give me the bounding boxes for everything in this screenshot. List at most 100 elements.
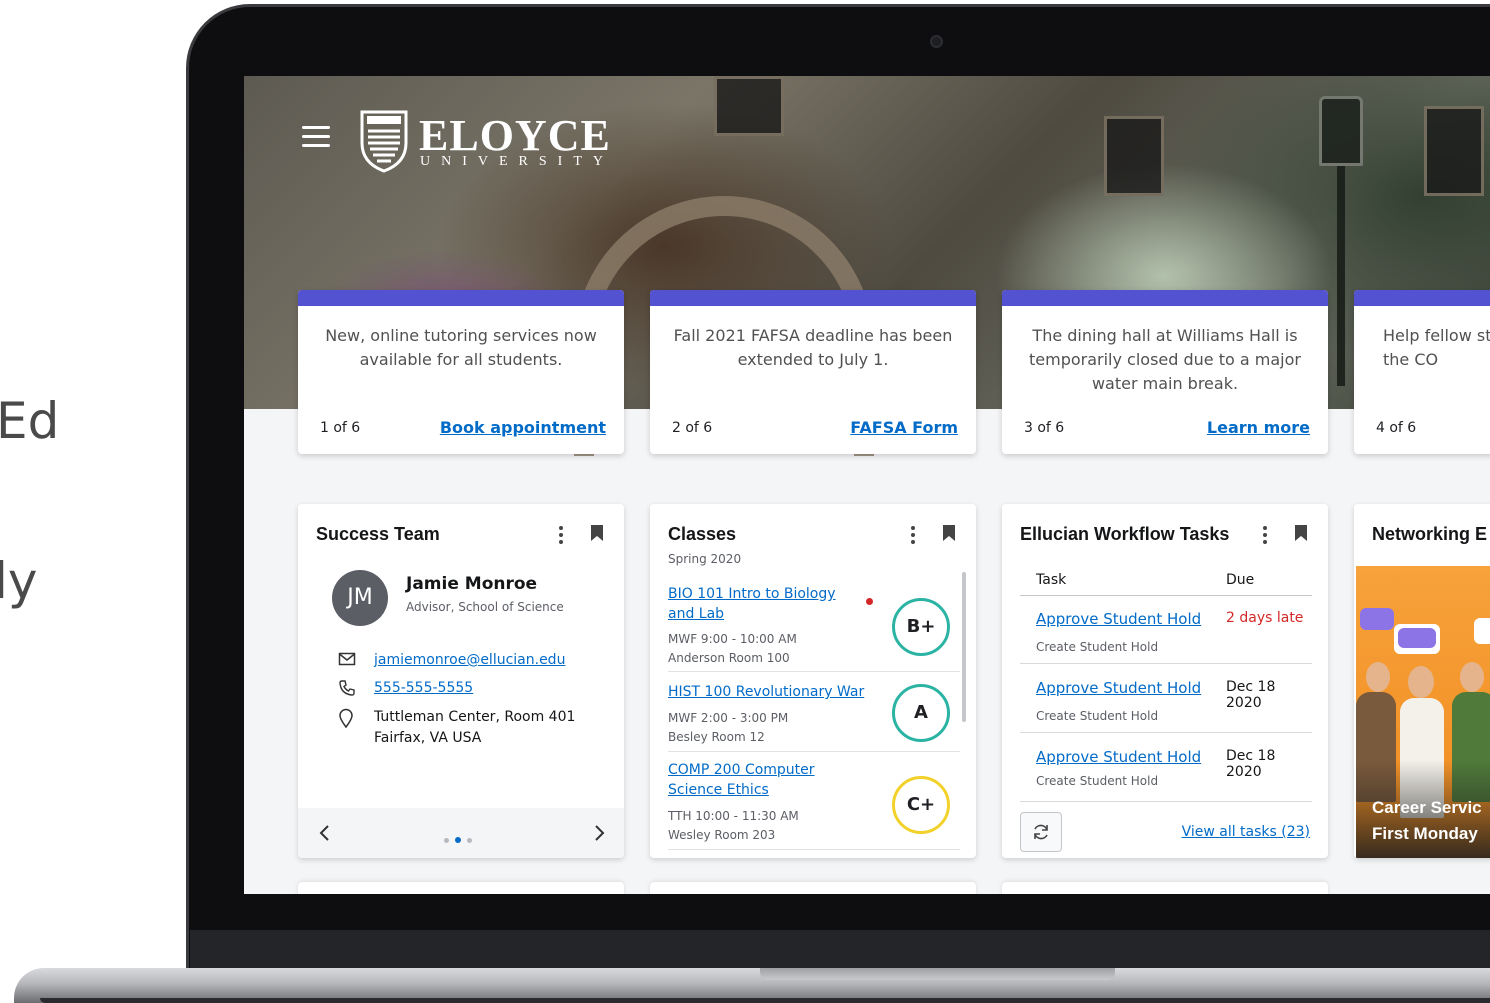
lamp xyxy=(1319,96,1363,166)
networking-caption-1: Career Servic xyxy=(1372,798,1482,817)
task-subtitle: Create Student Hold xyxy=(1036,774,1159,788)
task-link[interactable]: Approve Student Hold xyxy=(1036,748,1201,766)
phone-icon xyxy=(339,680,355,696)
networking-card: Networking E Career Servic First Monday xyxy=(1354,504,1490,858)
laptop-shadow xyxy=(40,998,1490,1003)
announcement-card: The dining hall at Williams Hall is temp… xyxy=(1002,290,1328,454)
mail-icon xyxy=(338,652,356,666)
announcement-card: New, online tutoring services now availa… xyxy=(298,290,624,454)
class-schedule: MWF 2:00 - 3:00 PM xyxy=(668,711,789,725)
person-head xyxy=(1460,662,1484,692)
class-link[interactable]: BIO 101 Intro to Biology and Lab xyxy=(668,584,853,624)
announcement-text: New, online tutoring services now availa… xyxy=(325,326,597,369)
grade-badge: C+ xyxy=(892,776,950,834)
advisor-role: Advisor, School of Science xyxy=(406,600,564,614)
carousel-dots xyxy=(444,830,480,843)
card-title: Networking E xyxy=(1372,524,1488,544)
lamp-pole xyxy=(1337,166,1345,386)
workflow-card: Ellucian Workflow Tasks Task Due Approve… xyxy=(1002,504,1328,858)
announcement-count: 2 of 6 xyxy=(672,420,713,436)
alert-dot xyxy=(866,598,873,605)
kebab-icon[interactable] xyxy=(1262,526,1268,544)
class-item: HIST 100 Revolutionary War MWF 2:00 - 3:… xyxy=(668,682,960,752)
background-text-1: Ed xyxy=(0,392,60,450)
book-appointment-link[interactable]: Book appointment xyxy=(440,418,606,437)
chevron-right-icon[interactable] xyxy=(592,824,606,842)
person-head xyxy=(1366,662,1390,692)
class-room: Besley Room 12 xyxy=(668,730,765,744)
classes-term: Spring 2020 xyxy=(668,552,742,566)
column-header-task: Task xyxy=(1036,572,1067,588)
card-partial xyxy=(298,882,624,894)
address-line-1: Tuttleman Center, Room 401 xyxy=(374,709,576,725)
announcement-text: Fall 2021 FAFSA deadline has been extend… xyxy=(673,326,953,369)
person-head xyxy=(1408,666,1434,698)
class-room: Anderson Room 100 xyxy=(668,651,790,665)
grade-badge: A xyxy=(892,684,950,742)
announcement-count: 4 of 6 xyxy=(1376,420,1417,436)
announcement-count: 3 of 6 xyxy=(1024,420,1065,436)
announcement-count: 1 of 6 xyxy=(320,420,361,436)
crest-icon xyxy=(360,110,408,173)
class-item: BIO 101 Intro to Biology and Lab MWF 9:0… xyxy=(668,584,960,672)
location-icon xyxy=(339,708,353,728)
class-item: COMP 200 Computer Science Ethics TTH 10:… xyxy=(668,760,960,850)
grade-badge: B+ xyxy=(892,598,950,656)
logo-subtitle: UNIVERSITY xyxy=(420,154,614,169)
fafsa-form-link[interactable]: FAFSA Form xyxy=(850,418,958,437)
class-schedule: TTH 10:00 - 11:30 AM xyxy=(668,809,799,823)
avatar: JM xyxy=(332,570,388,626)
scrollbar[interactable] xyxy=(962,572,966,722)
advisor-email-link[interactable]: jamiemonroe@ellucian.edu xyxy=(374,650,565,671)
view-all-tasks-link[interactable]: View all tasks (23) xyxy=(1182,824,1310,840)
card-title: Success Team xyxy=(316,524,440,544)
card-title: Ellucian Workflow Tasks xyxy=(1020,524,1230,544)
refresh-button[interactable] xyxy=(1020,812,1062,852)
kebab-icon[interactable] xyxy=(910,526,916,544)
task-subtitle: Create Student Hold xyxy=(1036,640,1159,654)
hero-window xyxy=(714,76,784,136)
chevron-left-icon[interactable] xyxy=(318,824,332,842)
workflow-table-header: Task Due xyxy=(1020,572,1312,596)
column-header-due: Due xyxy=(1226,572,1255,588)
bookmark-icon[interactable] xyxy=(1294,524,1308,542)
networking-caption-2: First Monday xyxy=(1372,824,1478,843)
announcement-card: Help fellow st the CO 4 of 6 xyxy=(1354,290,1490,454)
kebab-icon[interactable] xyxy=(558,526,564,544)
carousel-dot[interactable] xyxy=(444,838,449,843)
class-link[interactable]: HIST 100 Revolutionary War xyxy=(668,682,868,702)
class-link[interactable]: COMP 200 Computer Science Ethics xyxy=(668,760,828,800)
carousel-bar xyxy=(298,808,624,858)
learn-more-link[interactable]: Learn more xyxy=(1207,418,1310,437)
task-link[interactable]: Approve Student Hold xyxy=(1036,610,1201,628)
hero-window xyxy=(1424,106,1484,196)
menu-icon[interactable] xyxy=(302,126,330,150)
classes-card: Classes Spring 2020 BIO 101 Intro to Bio… xyxy=(650,504,976,858)
advisor-phone-link[interactable]: 555-555-5555 xyxy=(374,678,473,699)
announcement-text: The dining hall at Williams Hall is temp… xyxy=(1029,326,1301,393)
workflow-task-row: Approve Student Hold Create Student Hold… xyxy=(1020,748,1312,802)
hero-window xyxy=(1104,116,1164,196)
workflow-task-row: Approve Student Hold Create Student Hold… xyxy=(1020,679,1312,733)
bookmark-icon[interactable] xyxy=(942,524,956,542)
announcement-card: Fall 2021 FAFSA deadline has been extend… xyxy=(650,290,976,454)
task-link[interactable]: Approve Student Hold xyxy=(1036,679,1201,697)
success-team-card: Success Team JM Jamie Monroe Advisor, Sc… xyxy=(298,504,624,858)
app-screen: ELOYCE UNIVERSITY New, online tutoring s… xyxy=(244,76,1490,894)
carousel-dot[interactable] xyxy=(467,838,472,843)
refresh-icon xyxy=(1034,824,1048,840)
card-partial xyxy=(1002,882,1328,894)
background-text-2: ly xyxy=(0,552,38,610)
task-due: Dec 18 2020 xyxy=(1226,679,1276,711)
laptop-notch xyxy=(760,968,1115,980)
speech-bubble xyxy=(1398,628,1436,648)
class-room: Wesley Room 203 xyxy=(668,828,776,842)
task-due: 2 days late xyxy=(1226,610,1304,626)
address-line-2: Fairfax, VA USA xyxy=(374,730,482,746)
task-subtitle: Create Student Hold xyxy=(1036,709,1159,723)
class-schedule: MWF 9:00 - 10:00 AM xyxy=(668,632,797,646)
carousel-dot[interactable] xyxy=(455,837,461,843)
speech-bubble xyxy=(1474,618,1490,644)
bookmark-icon[interactable] xyxy=(590,524,604,542)
announcement-text: Help fellow st the CO xyxy=(1383,326,1490,369)
